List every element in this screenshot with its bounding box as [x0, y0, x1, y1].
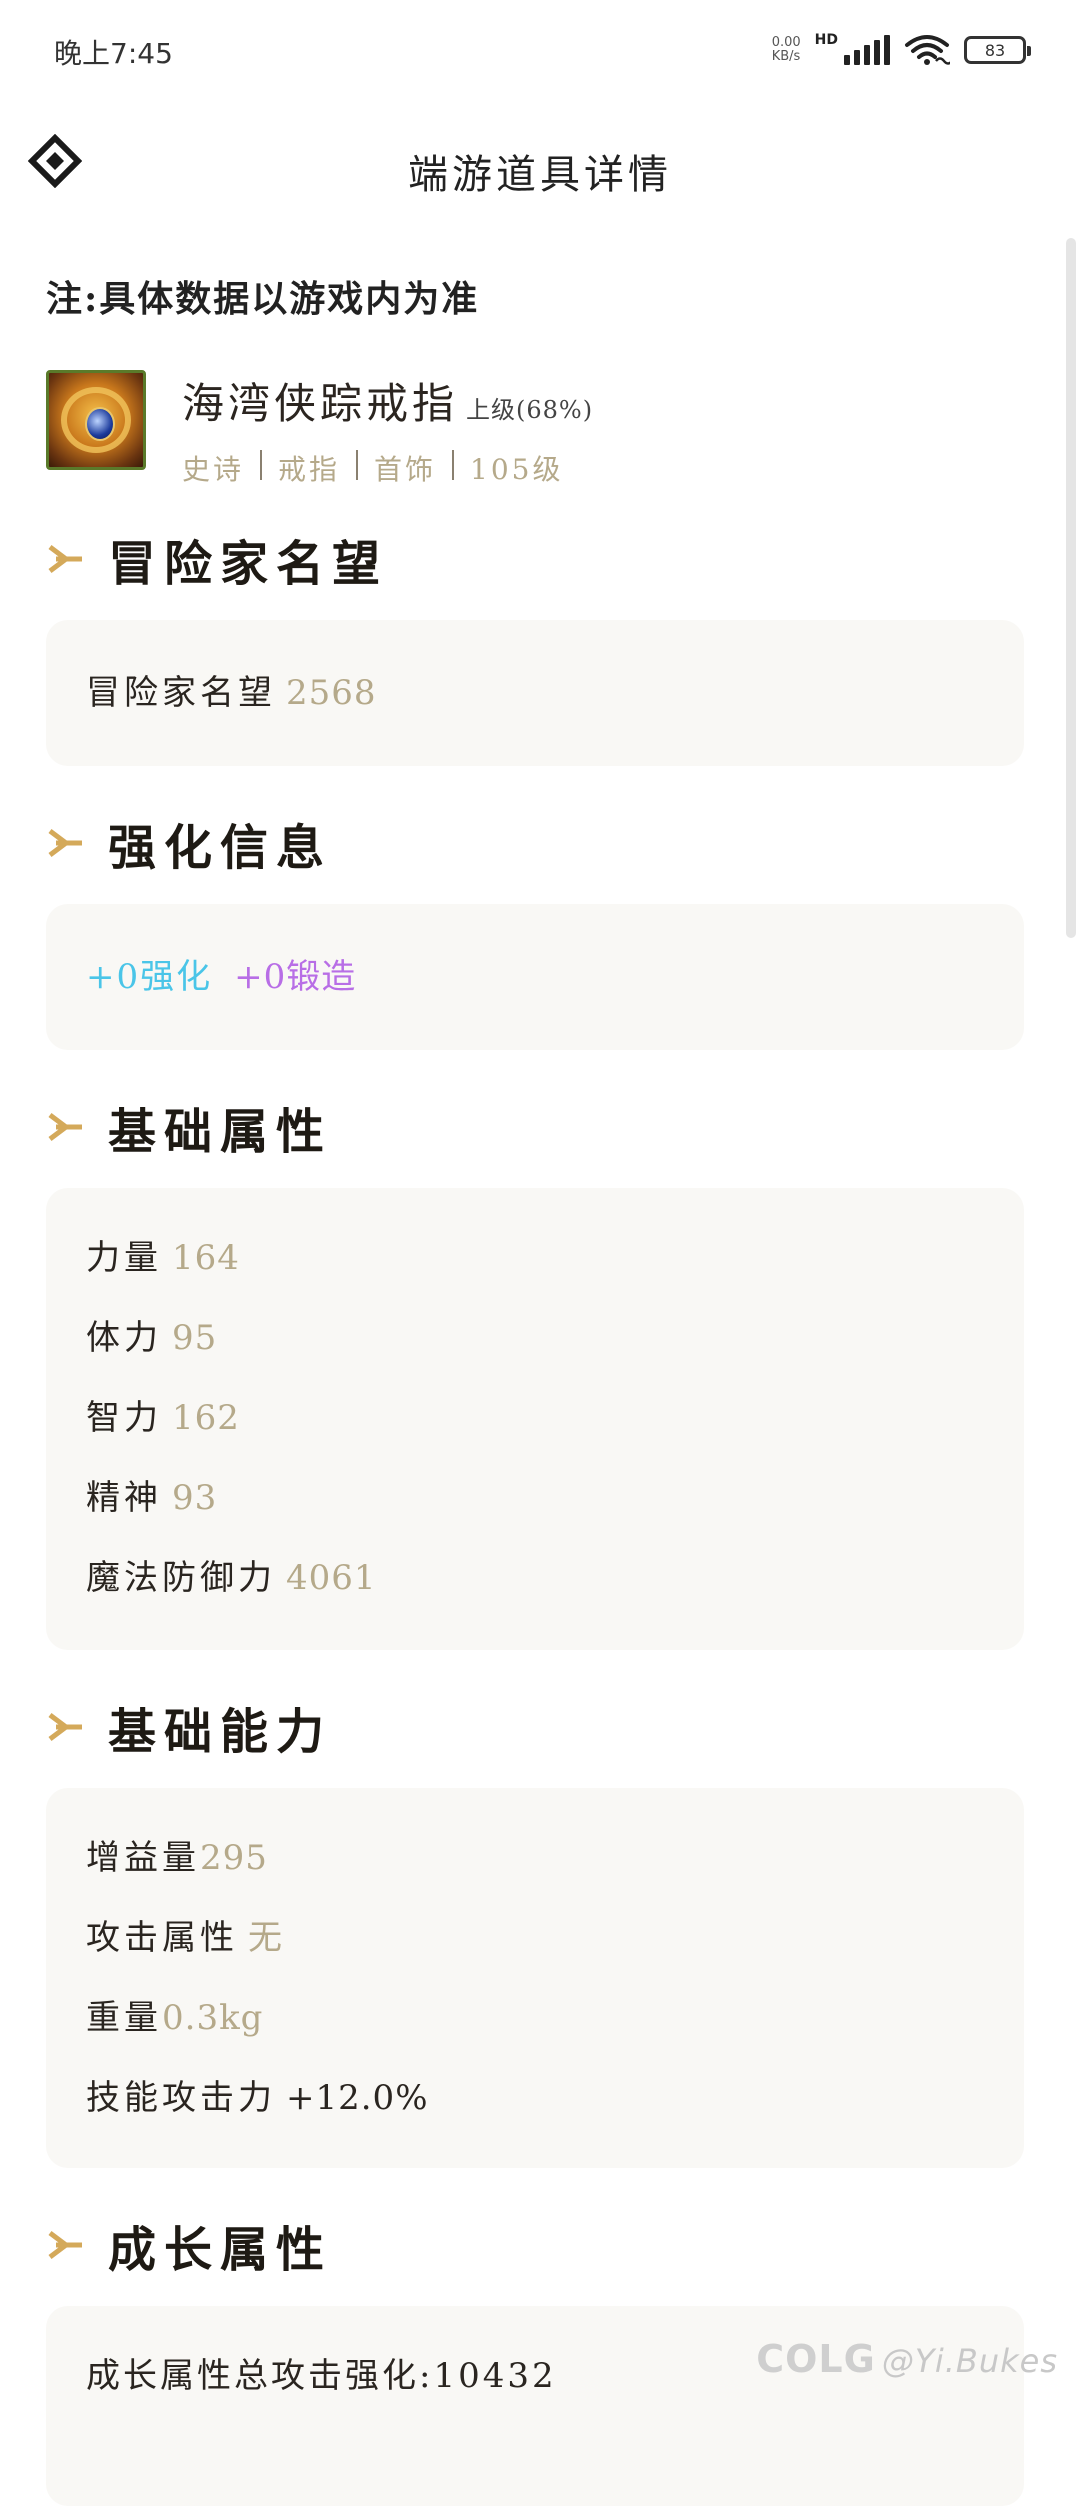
item-rarity: 史诗 [182, 453, 245, 486]
divider [356, 450, 359, 480]
disclaimer-note: 注:具体数据以游戏内为准 [46, 278, 480, 320]
growth-card: 成长属性总攻击强化:10432 [46, 2306, 1024, 2506]
scrollbar[interactable] [1066, 238, 1076, 938]
hd-indicator: HD [814, 32, 838, 48]
enhance-level: +0强化 [86, 957, 213, 997]
main-content: 注:具体数据以游戏内为准 海湾侠踪戒指 上级(68%) 史诗 戒指 首饰 105级… [46, 270, 1024, 2506]
item-category: 首饰 [374, 453, 437, 486]
section-title-enhance: 强化信息 [46, 808, 1024, 878]
arrow-icon [48, 2231, 82, 2259]
divider [452, 450, 455, 480]
reputation-value: 2568 [286, 673, 377, 713]
ability-row: 攻击属性无 [86, 1918, 283, 1958]
section-title-reputation: 冒险家名望 [46, 524, 1024, 594]
status-bar: 晚上7:45 0.00 KB/s HD 83 [0, 0, 1080, 100]
attr-row: 精神 93 [86, 1478, 218, 1518]
reputation-card: 冒险家名望 2568 [46, 620, 1024, 766]
ability-row: 技能攻击力 +12.0% [86, 2078, 429, 2118]
page-title: 端游道具详情 [408, 152, 672, 198]
attr-row: 力量 164 [86, 1238, 240, 1278]
wifi-icon [905, 35, 950, 65]
enhance-row: +0强化 +0锻造 [86, 934, 984, 1014]
reputation-row: 冒险家名望 2568 [86, 673, 377, 713]
ability-row: 重量0.3kg [86, 1998, 264, 2038]
item-header: 海湾侠踪戒指 上级(68%) 史诗 戒指 首饰 105级 [46, 370, 1024, 490]
section-title-base-abilities: 基础能力 [46, 1692, 1024, 1762]
attr-row: 魔法防御力 4061 [86, 1558, 377, 1598]
arrow-icon [48, 1713, 82, 1741]
signal-icon [844, 35, 890, 65]
arrow-icon [48, 829, 82, 857]
watermark: COLG @Yi.Bukes [756, 2337, 1058, 2381]
attr-row: 智力 162 [86, 1398, 240, 1438]
section-title-growth: 成长属性 [46, 2210, 1024, 2280]
arrow-icon [48, 1113, 82, 1141]
item-type: 戒指 [278, 453, 341, 486]
status-time: 晚上7:45 [54, 37, 173, 70]
item-grade: 上级(68%) [466, 396, 594, 424]
base-attributes-card: 力量 164 体力 95 智力 162 精神 93 魔法防御力 4061 [46, 1188, 1024, 1650]
battery-icon: 83 [964, 36, 1031, 64]
item-tags: 史诗 戒指 首饰 105级 [182, 448, 564, 488]
forge-level: +0锻造 [234, 957, 357, 997]
ability-row: 增益量295 [86, 1838, 268, 1878]
section-title-base-attributes: 基础属性 [46, 1092, 1024, 1162]
attr-row: 体力 95 [86, 1318, 218, 1358]
status-indicators: 0.00 KB/s HD 83 [771, 30, 1031, 70]
base-abilities-card: 增益量295 攻击属性无 重量0.3kg 技能攻击力 +12.0% [46, 1788, 1024, 2168]
header: 端游道具详情 [0, 120, 1080, 220]
enhance-card: +0强化 +0锻造 [46, 904, 1024, 1050]
network-speed: 0.00 KB/s [771, 35, 801, 64]
item-level: 105级 [470, 453, 564, 486]
item-name: 海湾侠踪戒指 上级(68%) [182, 379, 594, 428]
ring-item-icon [46, 370, 146, 470]
arrow-icon [48, 545, 82, 573]
divider [260, 450, 263, 480]
